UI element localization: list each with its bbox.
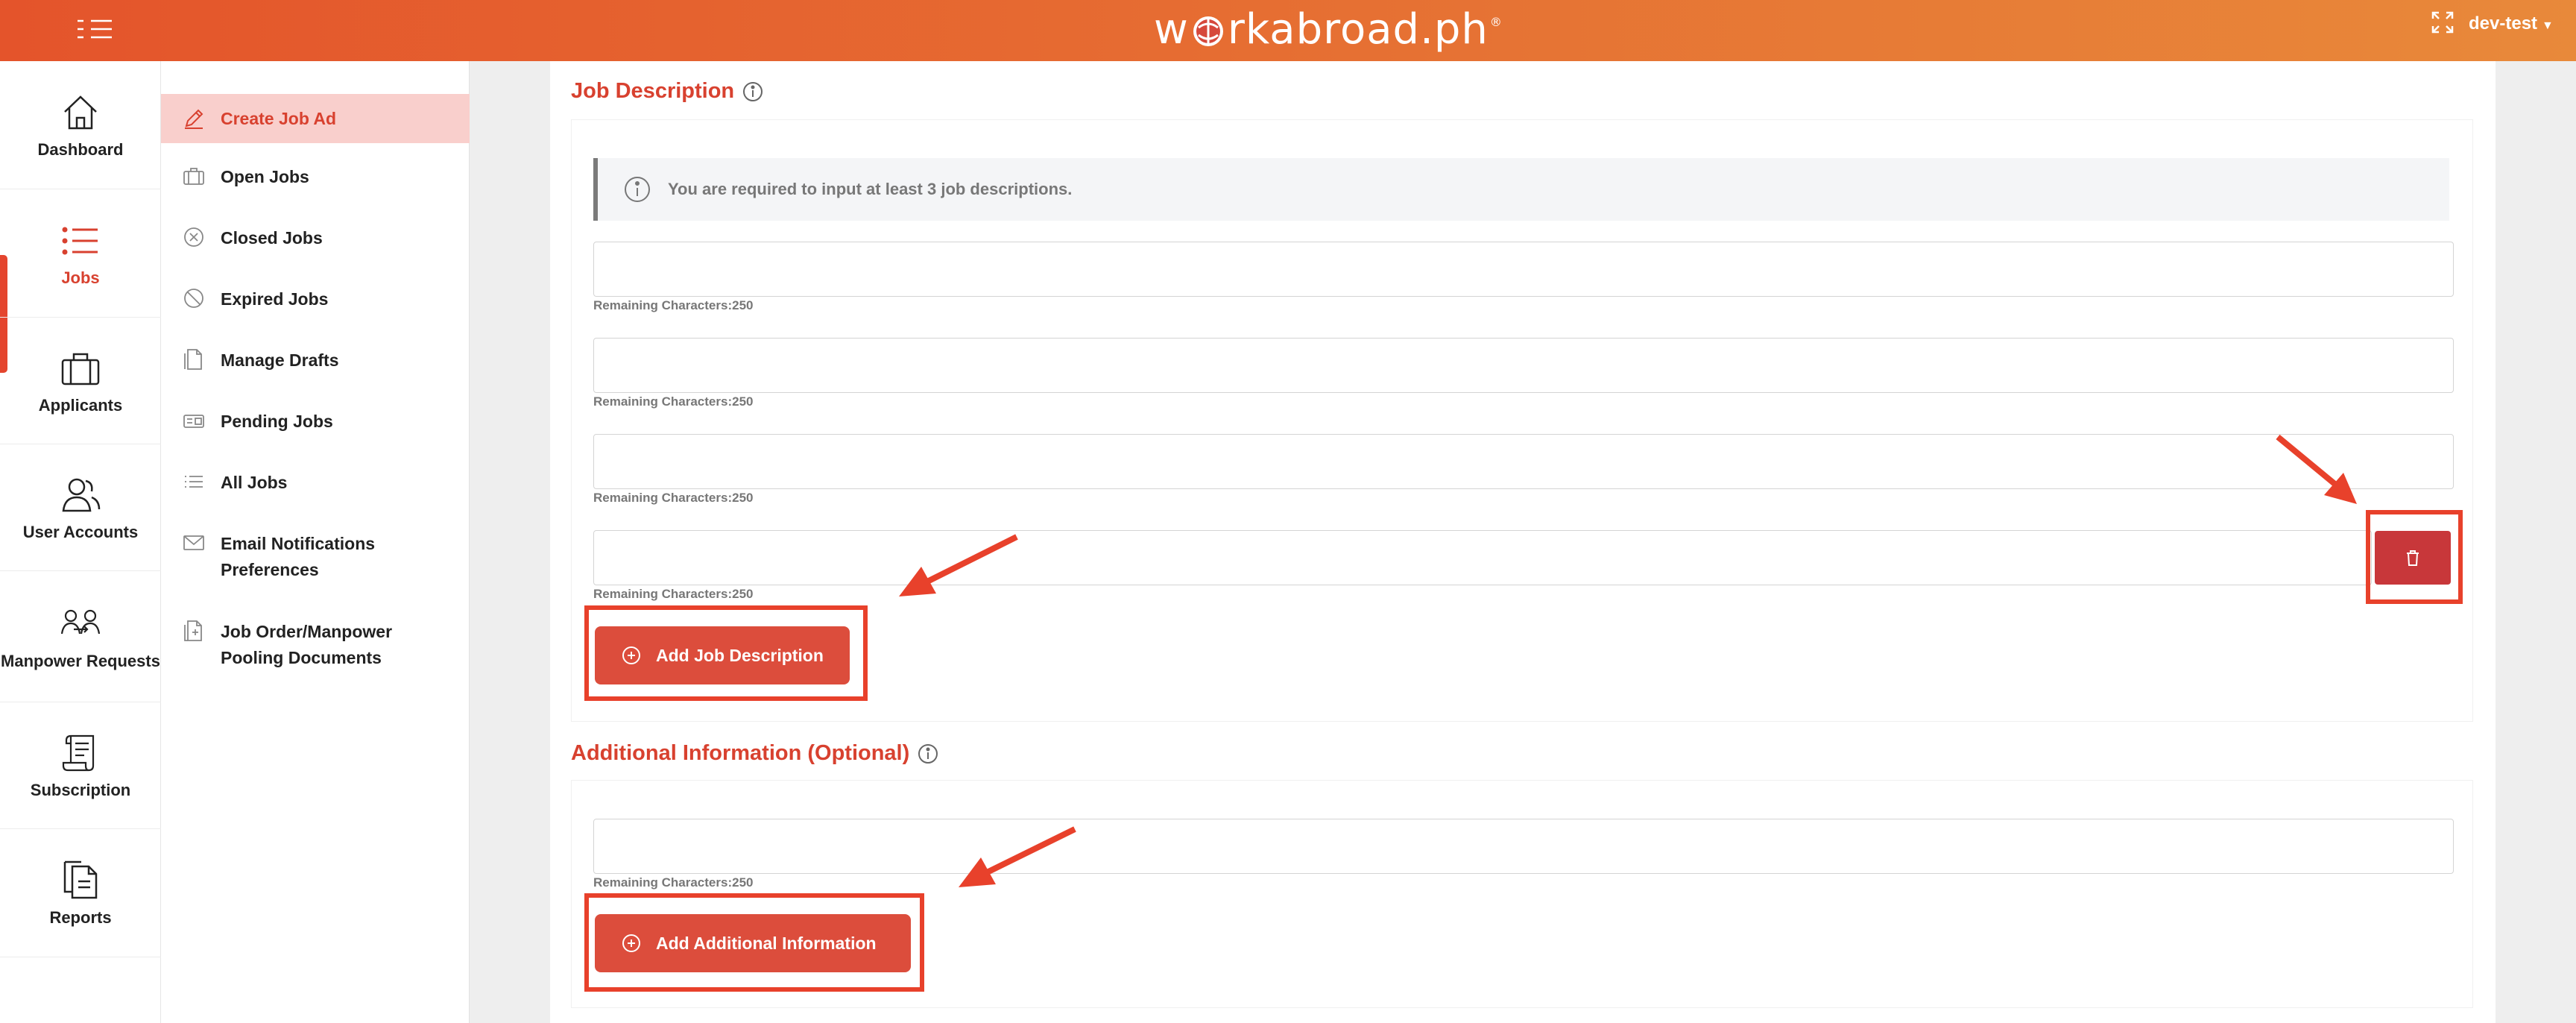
highlight-delete-button [2366, 510, 2463, 604]
submenu-label: Closed Jobs [221, 228, 323, 248]
additional-information-title: Additional Information (Optional) [571, 741, 939, 766]
briefcase-icon [61, 353, 100, 385]
submenu-create-job-ad[interactable]: Create Job Ad [161, 94, 470, 143]
logo-text-start: w [1154, 4, 1189, 54]
job-description-input-3[interactable] [593, 434, 2454, 489]
scroll-icon [62, 734, 95, 771]
logo-trademark: ® [1489, 14, 1503, 29]
highlight-add-additional-information [584, 893, 924, 992]
submenu-label: Open Jobs [221, 167, 309, 186]
nav-jobs[interactable]: Jobs [0, 189, 161, 318]
remaining-characters: Remaining Characters:250 [593, 587, 754, 601]
user-menu[interactable]: dev-test ▼ [2469, 13, 2554, 34]
submenu-all-jobs[interactable]: All Jobs [161, 470, 470, 496]
info-icon[interactable] [742, 81, 764, 103]
chevron-down-icon: ▼ [2542, 19, 2554, 32]
submenu-label: All Jobs [221, 473, 288, 492]
submenu-pending-jobs[interactable]: Pending Jobs [161, 409, 470, 435]
job-description-title: Job Description [571, 79, 764, 104]
additional-information-input-1[interactable] [593, 819, 2454, 874]
close-circle-icon [182, 225, 206, 249]
user-name: dev-test [2469, 13, 2538, 34]
fullscreen-icon[interactable] [2430, 10, 2455, 39]
home-icon [64, 95, 97, 129]
submenu-label: Expired Jobs [221, 289, 329, 309]
pencil-icon [182, 107, 206, 130]
info-icon[interactable] [917, 743, 939, 765]
job-description-input-4[interactable] [593, 530, 2372, 585]
top-right-controls: dev-test ▼ [2430, 10, 2554, 37]
nav-reports[interactable]: Reports [0, 829, 161, 957]
nav-label: Jobs [61, 268, 100, 287]
submenu-label: Create Job Ad [221, 108, 337, 128]
highlight-add-job-description [584, 605, 868, 701]
submenu-email-notifications[interactable]: Email Notifications Preferences [161, 531, 459, 583]
top-bar: w rkabroad.ph ® dev-test ▼ [0, 0, 2576, 61]
info-icon [625, 177, 650, 202]
globe-icon [1190, 10, 1227, 48]
logo-text-end: rkabroad.ph [1227, 4, 1489, 54]
job-description-input-2[interactable] [593, 338, 2454, 393]
section-title-text: Additional Information (Optional) [571, 741, 910, 765]
submenu-label: Job Order/Manpower Pooling Documents [221, 622, 393, 667]
envelope-icon [182, 531, 206, 555]
users-icon [62, 478, 101, 512]
job-description-notice: You are required to input at least 3 job… [593, 158, 2449, 221]
nav-label: User Accounts [22, 522, 139, 541]
reports-icon [63, 860, 98, 898]
nav-applicants[interactable]: Applicants [0, 318, 161, 444]
draft-icon [182, 347, 206, 371]
remaining-characters: Remaining Characters:250 [593, 875, 754, 890]
job-description-input-1[interactable] [593, 242, 2454, 297]
remaining-characters: Remaining Characters:250 [593, 394, 754, 409]
nav-label: Reports [49, 907, 112, 927]
nav-label: Dashboard [37, 139, 124, 159]
jobs-submenu: Create Job Ad Open Jobs Closed Jobs Expi… [161, 61, 470, 1023]
submenu-manage-drafts[interactable]: Manage Drafts [161, 347, 470, 374]
nav-label: Applicants [38, 395, 123, 415]
workabroad-logo[interactable]: w rkabroad.ph ® [1154, 3, 1503, 55]
nav-label: Manpower Requests [1, 651, 160, 670]
remaining-characters: Remaining Characters:250 [593, 491, 754, 505]
open-jobs-icon [182, 164, 206, 188]
nav-label: Subscription [30, 780, 131, 799]
documents-icon [182, 619, 206, 643]
menu-toggle-icon[interactable] [76, 18, 113, 40]
section-title-text: Job Description [571, 79, 735, 103]
pending-icon [182, 409, 206, 432]
main-nav-rail: Dashboard Jobs Applicants User Accounts … [0, 61, 161, 1023]
submenu-label: Manage Drafts [221, 350, 339, 370]
ban-icon [182, 286, 206, 310]
submenu-expired-jobs[interactable]: Expired Jobs [161, 286, 470, 312]
manpower-icon [60, 609, 101, 634]
nav-subscription[interactable]: Subscription [0, 702, 161, 829]
submenu-label: Pending Jobs [221, 412, 333, 431]
nav-user-accounts[interactable]: User Accounts [0, 444, 161, 571]
notice-text: You are required to input at least 3 job… [668, 180, 1073, 198]
submenu-closed-jobs[interactable]: Closed Jobs [161, 225, 470, 251]
list-icon [182, 470, 206, 494]
nav-manpower-requests[interactable]: Manpower Requests [0, 571, 161, 702]
submenu-label: Email Notifications Preferences [221, 534, 376, 579]
list-icon [62, 227, 98, 254]
nav-dashboard[interactable]: Dashboard [0, 61, 161, 189]
submenu-open-jobs[interactable]: Open Jobs [161, 164, 470, 190]
submenu-job-order-documents[interactable]: Job Order/Manpower Pooling Documents [161, 619, 459, 671]
remaining-characters: Remaining Characters:250 [593, 298, 754, 312]
